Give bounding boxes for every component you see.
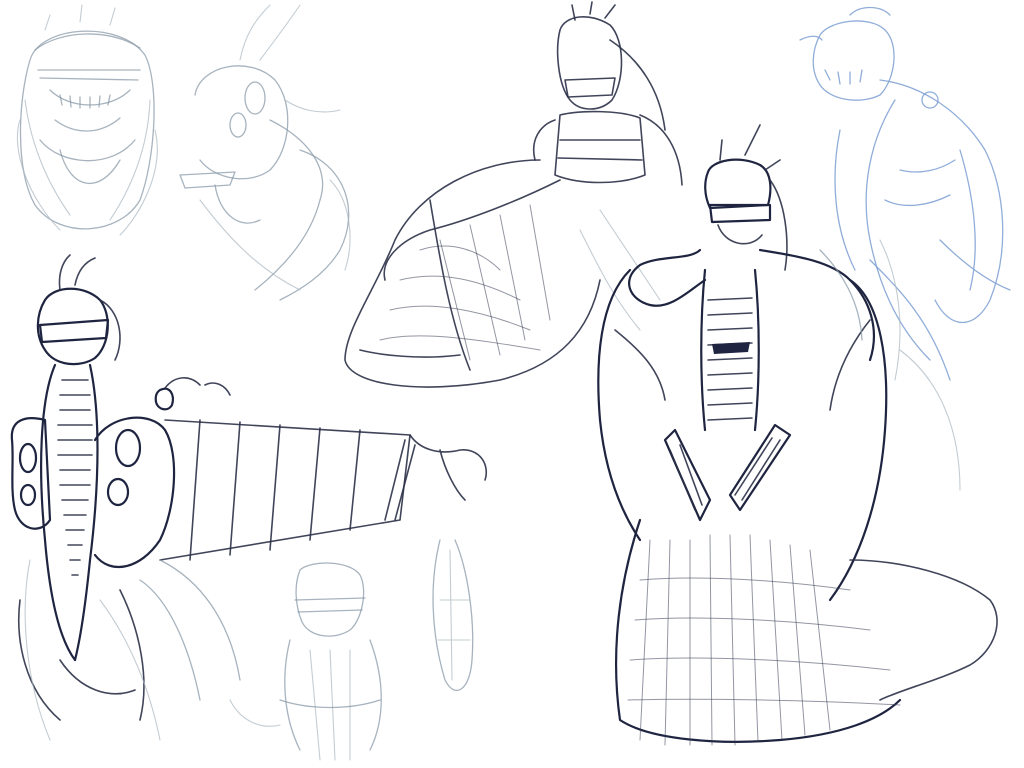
sketch-lower-center: [229, 539, 474, 761]
sketch-standing-figure: [597, 124, 998, 746]
sketch-canvas: [0, 0, 1024, 768]
sketch-blue-figure: [799, 6, 1011, 381]
sketch-head-2: [179, 4, 351, 301]
sketch-drawing: [10, 1, 1011, 761]
sketch-moth-figure: [10, 254, 487, 741]
sketch-head-1: [16, 4, 158, 236]
sketch-reclining-figure: [344, 1, 683, 388]
